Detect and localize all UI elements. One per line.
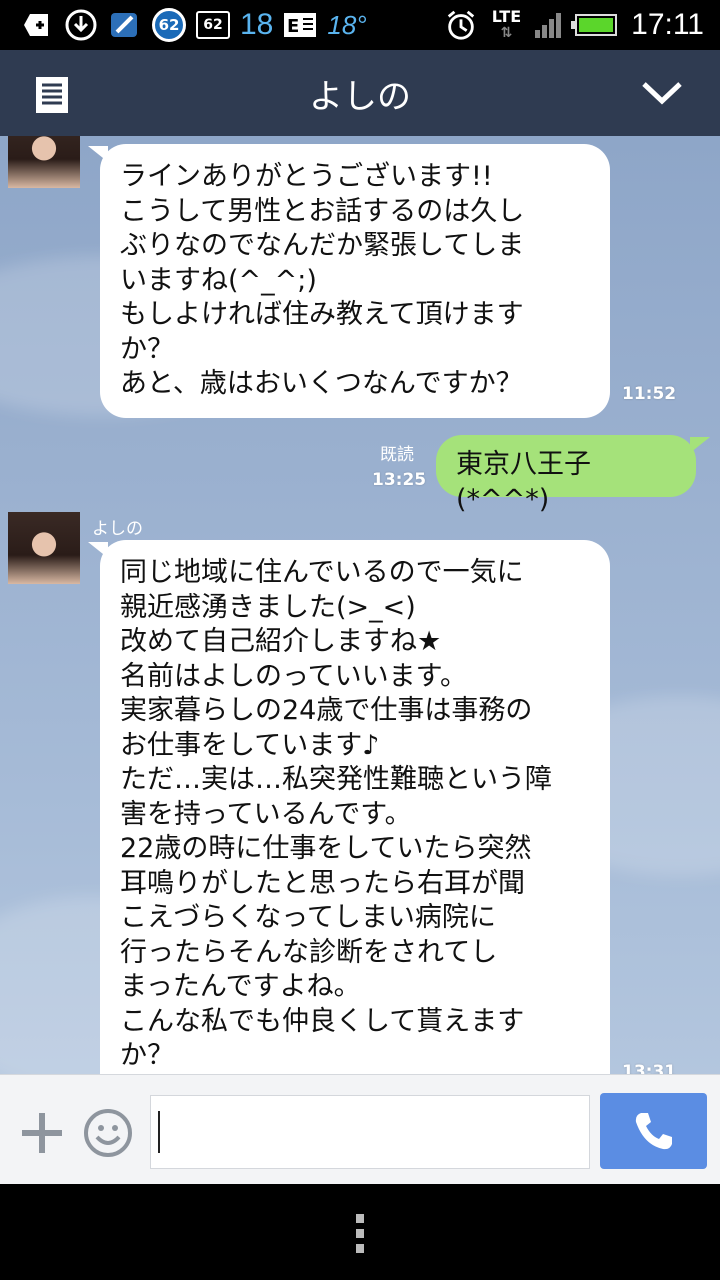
avatar[interactable] bbox=[8, 512, 80, 584]
phone-icon bbox=[635, 1113, 672, 1150]
text-caret bbox=[158, 1111, 160, 1153]
chat-header: よしの bbox=[0, 50, 720, 136]
menu-icon[interactable] bbox=[34, 76, 70, 113]
download-icon bbox=[64, 8, 98, 42]
bubble-tail bbox=[690, 437, 710, 453]
avatar[interactable] bbox=[8, 136, 80, 188]
emoji-icon[interactable] bbox=[82, 1107, 134, 1159]
read-receipt: 既読 bbox=[380, 445, 414, 465]
call-button[interactable] bbox=[600, 1093, 707, 1169]
signal-icon bbox=[535, 12, 562, 38]
add-notification-icon bbox=[20, 8, 54, 42]
message-time: 11:52 bbox=[622, 384, 677, 404]
plus-icon[interactable] bbox=[20, 1111, 64, 1155]
message-bubble-incoming[interactable]: ラインありがとうございます!! こうして男性とお話するのは久し ぶりなのでなんだ… bbox=[100, 144, 610, 418]
temperature: 18° bbox=[327, 9, 367, 40]
message-bubble-incoming[interactable]: 同じ地域に住んでいるので一気に 親近感湧きました(>_<) 改めて自己紹介します… bbox=[100, 540, 610, 1074]
clock: 17:11 bbox=[631, 8, 704, 41]
navigation-bar bbox=[0, 1184, 720, 1280]
news-icon: E bbox=[283, 8, 317, 42]
overflow-menu-icon[interactable] bbox=[352, 1212, 368, 1256]
message-time: 13:31 bbox=[622, 1062, 677, 1074]
notification-count: 18 bbox=[240, 8, 274, 41]
svg-text:E: E bbox=[287, 16, 299, 37]
edit-app-icon bbox=[108, 8, 142, 42]
status-bar: 62 62 18 E 18° LTE ⇅ 17:11 bbox=[0, 0, 720, 50]
chevron-down-icon[interactable] bbox=[640, 76, 684, 108]
chat-title: よしの bbox=[309, 76, 411, 117]
message-badge: 62 bbox=[196, 11, 230, 39]
message-time: 13:25 bbox=[372, 470, 427, 490]
sender-name: よしの bbox=[92, 519, 143, 539]
message-input[interactable] bbox=[150, 1095, 590, 1169]
alarm-icon bbox=[444, 8, 478, 42]
network-type: LTE ⇅ bbox=[491, 7, 522, 42]
battery-icon bbox=[571, 14, 618, 36]
message-input-bar bbox=[0, 1074, 720, 1185]
message-bubble-outgoing[interactable]: 東京八王子(*^^*) bbox=[436, 435, 696, 515]
chat-area[interactable]: ラインありがとうございます!! こうして男性とお話するのは久し ぶりなのでなんだ… bbox=[0, 136, 720, 1074]
notification-badge: 62 bbox=[152, 8, 186, 42]
